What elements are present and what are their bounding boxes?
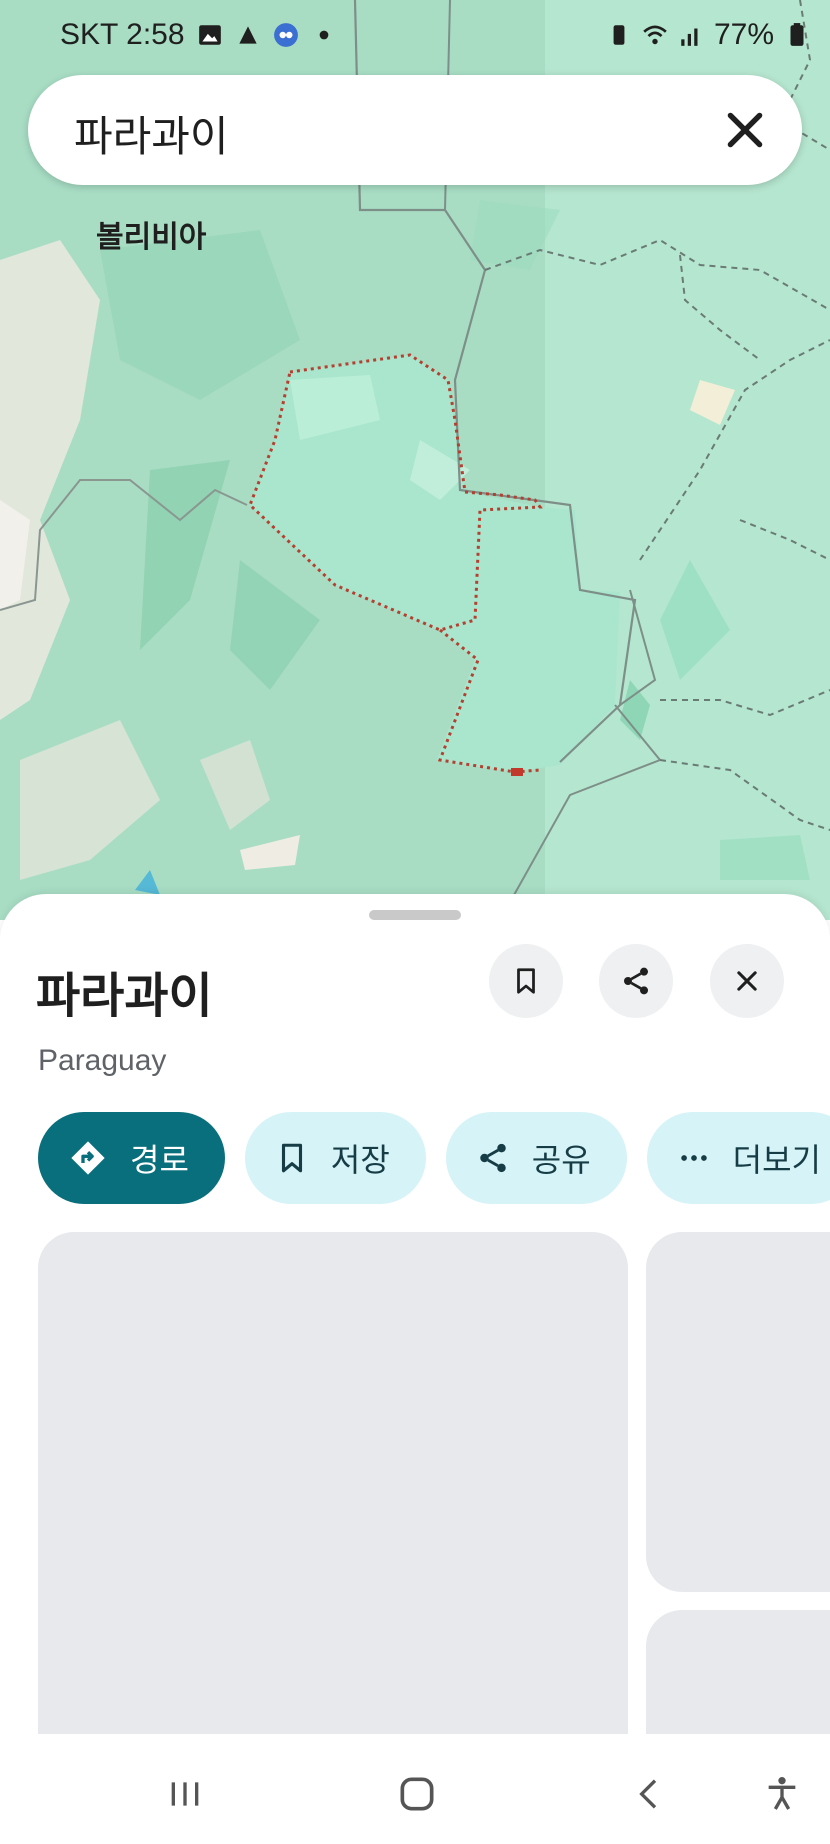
photo-placeholder-main[interactable] — [38, 1232, 628, 1734]
share-icon — [624, 967, 648, 995]
directions-label: 경로 — [130, 1141, 189, 1179]
place-subtitle: Paraguay — [38, 1044, 167, 1077]
drag-handle[interactable] — [369, 910, 461, 920]
share-icon — [480, 1143, 506, 1173]
directions-icon — [71, 1141, 105, 1175]
more-chip[interactable]: 더보기 — [646, 1112, 830, 1204]
save-label: 저장 — [330, 1141, 390, 1179]
battery-icon — [790, 23, 804, 46]
dot-icon — [319, 30, 328, 40]
save-chip[interactable]: 저장 — [244, 1112, 426, 1204]
accessibility-button[interactable] — [752, 1764, 812, 1824]
home-button[interactable] — [387, 1764, 447, 1824]
share-button[interactable] — [599, 944, 673, 1018]
bookmark-icon — [517, 968, 535, 994]
carrier-time: SKT 2:58 — [60, 18, 185, 51]
status-left: SKT 2:58 — [60, 18, 337, 52]
system-nav-bar — [0, 1734, 830, 1844]
more-label: 더보기 — [732, 1141, 821, 1179]
status-bar: SKT 2:58 77% — [0, 0, 830, 72]
avatar-icon — [273, 23, 298, 47]
more-horiz-icon — [680, 1155, 707, 1161]
signal-icon — [681, 28, 698, 46]
recent-apps-button[interactable] — [155, 1764, 215, 1824]
bookmark-icon — [281, 1143, 302, 1173]
close-icon[interactable] — [720, 105, 770, 155]
place-title: 파라과이 — [36, 968, 213, 1024]
photo-placeholder-bottom[interactable] — [646, 1610, 830, 1734]
close-sheet-button[interactable] — [710, 944, 784, 1018]
status-right: 77% — [606, 18, 810, 52]
close-icon — [737, 971, 757, 991]
accessibility-icon — [768, 1777, 796, 1810]
home-icon — [400, 1777, 434, 1811]
action-chips: 경로 저장 공유 더보기 — [38, 1112, 830, 1204]
directions-button[interactable]: 경로 — [38, 1112, 225, 1204]
app-icon — [238, 26, 257, 44]
back-icon — [639, 1779, 657, 1809]
share-label: 공유 — [531, 1141, 591, 1179]
battery-percent: 77% — [713, 18, 774, 51]
battery-saver-icon — [613, 25, 625, 45]
search-bar[interactable]: 파라과이 — [28, 75, 802, 185]
photo-placeholder-top[interactable] — [646, 1232, 830, 1592]
wifi-icon — [643, 25, 667, 45]
share-chip[interactable]: 공유 — [445, 1112, 627, 1204]
gallery-icon — [198, 25, 221, 45]
map-label-bolivia[interactable]: 볼리비아 — [96, 212, 206, 256]
place-sheet: 파라과이 Paraguay 경로 저장 공유 더보기 — [0, 894, 830, 1734]
recent-apps-icon — [171, 1782, 199, 1806]
back-button[interactable] — [620, 1764, 680, 1824]
search-query[interactable]: 파라과이 — [74, 103, 229, 164]
save-button[interactable] — [489, 944, 563, 1018]
